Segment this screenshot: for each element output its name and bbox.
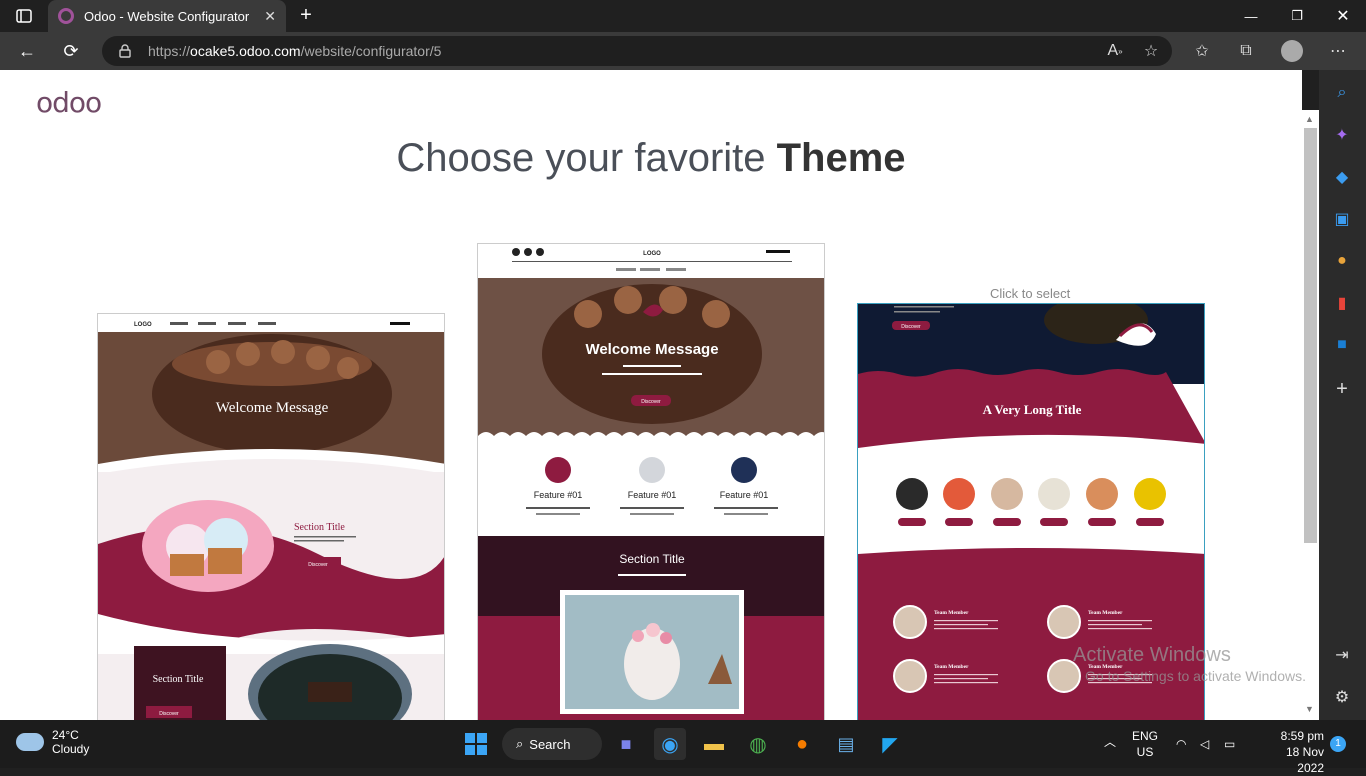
favorites-icon[interactable]: ✩ bbox=[1187, 36, 1217, 66]
read-aloud-icon[interactable]: A» bbox=[1100, 36, 1130, 66]
activate-windows-title: Activate Windows bbox=[1073, 644, 1231, 666]
page-content: odoo Choose your favorite Theme LOGO Wel… bbox=[0, 70, 1302, 720]
theme-1-logo: LOGO bbox=[134, 322, 152, 328]
theme-1-welcome: Welcome Message bbox=[216, 400, 329, 416]
notification-badge[interactable]: 1 bbox=[1330, 736, 1346, 752]
collections-icon[interactable]: ⧉ bbox=[1231, 36, 1261, 66]
weather-temp: 24°C bbox=[52, 728, 79, 742]
weather-condition: Cloudy bbox=[52, 742, 90, 756]
app-window-icon[interactable]: ▤ bbox=[830, 728, 862, 760]
page-scrollbar[interactable]: ▲ ▼ bbox=[1302, 110, 1319, 720]
search-icon: ⌕ bbox=[516, 736, 524, 751]
sidebar-tools-icon[interactable]: ▣ bbox=[1329, 206, 1355, 232]
sidebar-office-icon[interactable]: ▮ bbox=[1329, 290, 1355, 316]
windows-taskbar: 24°C Cloudy ⌕ Search ■ ◉ ▬ ◍ ● ▤ ◤ ︿ ENG… bbox=[0, 720, 1366, 775]
odoo-logo-text: odoo bbox=[36, 86, 102, 119]
more-menu-icon[interactable]: ⋯ bbox=[1323, 36, 1353, 66]
tray-chevron-icon[interactable]: ︿ bbox=[1104, 734, 1116, 750]
clock[interactable]: 8:59 pm 18 Nov 2022 bbox=[1256, 728, 1324, 776]
sidebar-games-icon[interactable]: ● bbox=[1329, 248, 1355, 274]
edge-icon[interactable]: ◉ bbox=[654, 728, 686, 760]
theme-1-preview: LOGO Welcome Message Section Title Disco… bbox=[98, 314, 444, 720]
activate-windows-sub: Go to Settings to activate Windows. bbox=[1085, 668, 1306, 684]
theme-2-logo: LOGO bbox=[643, 251, 661, 257]
lock-icon bbox=[119, 44, 131, 58]
add-favorite-icon[interactable]: ☆ bbox=[1136, 36, 1166, 66]
back-button[interactable]: ← bbox=[12, 36, 42, 66]
restore-button[interactable]: ❐ bbox=[1274, 0, 1320, 32]
url-field[interactable]: https://ocake5.odoo.com/website/configur… bbox=[102, 36, 1172, 66]
scroll-down-arrow-icon[interactable]: ▼ bbox=[1305, 704, 1314, 714]
new-tab-button[interactable]: + bbox=[294, 4, 318, 28]
scroll-up-arrow-icon[interactable]: ▲ bbox=[1305, 114, 1314, 124]
vscode-icon[interactable]: ◤ bbox=[874, 728, 906, 760]
tab-close-icon[interactable]: ✕ bbox=[264, 8, 276, 25]
browser-tab[interactable]: Odoo - Website Configurator ✕ bbox=[48, 0, 286, 32]
page-title: Choose your favorite Theme bbox=[0, 136, 1302, 181]
sidebar-copilot-icon[interactable]: ✦ bbox=[1329, 122, 1355, 148]
clock-date: 18 Nov 2022 bbox=[1285, 745, 1324, 775]
theme-2-welcome: Welcome Message bbox=[585, 341, 718, 358]
odoo-favicon-icon bbox=[58, 8, 74, 24]
taskbar-search-label: Search bbox=[529, 736, 571, 752]
firefox-icon[interactable]: ● bbox=[786, 728, 818, 760]
theme-card-1[interactable]: LOGO Welcome Message Section Title Disco… bbox=[97, 313, 445, 720]
url-path: /website/configurator/5 bbox=[300, 43, 442, 59]
theme-3-team-3: Team Member bbox=[934, 664, 969, 670]
refresh-button[interactable]: ⟳ bbox=[56, 36, 86, 66]
profile-avatar[interactable] bbox=[1277, 36, 1307, 66]
theme-2-feature-2: Feature #01 bbox=[628, 490, 677, 500]
click-to-select-hint: Click to select bbox=[990, 286, 1071, 301]
language-indicator[interactable]: ENG US bbox=[1132, 728, 1158, 760]
battery-icon[interactable]: ▭ bbox=[1224, 736, 1235, 752]
theme-2-preview: LOGO Welcome Message Discover Feature #0… bbox=[478, 244, 824, 720]
headline-bold: Theme bbox=[776, 136, 906, 180]
theme-3-team-2: Team Member bbox=[1088, 610, 1123, 616]
theme-3-discover: Discover bbox=[901, 324, 921, 330]
theme-2-discover: Discover bbox=[641, 399, 661, 405]
cloud-icon bbox=[16, 733, 44, 751]
wifi-icon[interactable]: ◠ bbox=[1176, 736, 1186, 752]
chrome-icon[interactable]: ◍ bbox=[742, 728, 774, 760]
theme-card-2[interactable]: LOGO Welcome Message Discover Feature #0… bbox=[477, 243, 825, 720]
theme-1-section-title: Section Title bbox=[294, 522, 345, 533]
tab-bar: Odoo - Website Configurator ✕ + — ❐ ✕ bbox=[0, 0, 1366, 32]
sidebar-collapse-icon[interactable]: ⇥ bbox=[1329, 642, 1355, 668]
teams-icon[interactable]: ■ bbox=[610, 728, 642, 760]
tab-title: Odoo - Website Configurator bbox=[84, 8, 250, 24]
theme-2-feature-1: Feature #01 bbox=[534, 490, 583, 500]
theme-3-team-1: Team Member bbox=[934, 610, 969, 616]
url-host: ocake5.odoo.com bbox=[190, 43, 301, 59]
weather-widget[interactable]: 24°C Cloudy bbox=[16, 728, 89, 756]
theme-2-feature-3: Feature #01 bbox=[720, 490, 769, 500]
taskbar-search[interactable]: ⌕ Search bbox=[502, 728, 602, 760]
sidebar-search-icon[interactable]: ⌕ bbox=[1329, 80, 1355, 106]
sidebar-shopping-icon[interactable]: ◆ bbox=[1329, 164, 1355, 190]
sidebar-outlook-icon[interactable]: ■ bbox=[1329, 332, 1355, 358]
edge-sidebar: ⌕ ✦ ◆ ▣ ● ▮ ■ + ⇥ ⚙ bbox=[1319, 70, 1366, 720]
lang-code: ENG bbox=[1132, 729, 1159, 743]
file-explorer-icon[interactable]: ▬ bbox=[698, 728, 730, 760]
headline-prefix: Choose your favorite bbox=[396, 136, 777, 180]
odoo-logo: odoo bbox=[36, 86, 102, 119]
theme-1-discover-2: Discover bbox=[159, 711, 179, 717]
minimize-button[interactable]: — bbox=[1228, 0, 1274, 32]
theme-1-discover: Discover bbox=[308, 562, 328, 568]
clock-time: 8:59 pm bbox=[1280, 729, 1324, 743]
scroll-thumb[interactable] bbox=[1304, 128, 1317, 543]
start-icon[interactable] bbox=[460, 728, 492, 760]
theme-3-long-title: A Very Long Title bbox=[983, 402, 1082, 417]
sidebar-settings-icon[interactable]: ⚙ bbox=[1329, 684, 1355, 710]
url-scheme: https:// bbox=[148, 43, 191, 59]
lang-region: US bbox=[1136, 745, 1154, 759]
tab-actions-icon[interactable] bbox=[10, 6, 38, 26]
sidebar-add-icon[interactable]: + bbox=[1329, 376, 1355, 402]
volume-icon[interactable]: ◁ bbox=[1200, 736, 1209, 752]
close-window-button[interactable]: ✕ bbox=[1320, 0, 1366, 32]
theme-2-section-title: Section Title bbox=[619, 552, 685, 566]
theme-1-section-title-2: Section Title bbox=[153, 674, 204, 685]
